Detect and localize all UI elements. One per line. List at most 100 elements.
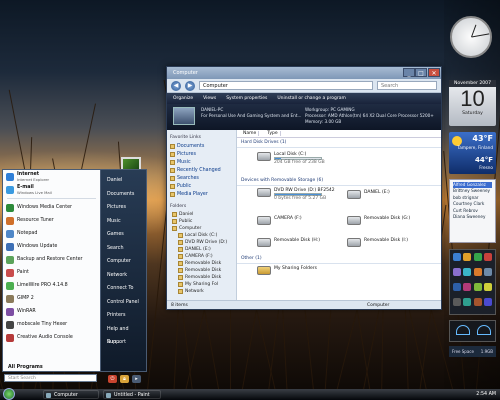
- explorer-window[interactable]: Computer _ □ ✕ ◀ ▶ Computer Search Organ…: [166, 66, 442, 310]
- folder-tree-item[interactable]: DANIEL (E:): [170, 246, 233, 253]
- back-button[interactable]: ◀: [171, 80, 181, 91]
- favorite-link[interactable]: Searches: [170, 174, 233, 182]
- launcher-app-icon[interactable]: [483, 298, 492, 306]
- drive-i[interactable]: Removable Disk (I:): [347, 238, 408, 247]
- contact-item[interactable]: Diana Sweeney: [453, 214, 492, 220]
- disk-space-gadget[interactable]: Free Space 1.9GB: [449, 346, 496, 357]
- name-column-header[interactable]: Name: [241, 131, 260, 136]
- launcher-app-icon[interactable]: [473, 283, 482, 291]
- folder-tree-item[interactable]: Removable Disk: [170, 267, 233, 274]
- recent-program[interactable]: GIMP 2: [3, 292, 100, 305]
- forward-button[interactable]: ▶: [185, 80, 195, 91]
- group-other[interactable]: Other (1): [237, 254, 441, 264]
- drive-h[interactable]: Removable Disk (H:): [257, 238, 320, 247]
- folders-heading[interactable]: Folders: [170, 204, 233, 209]
- favorite-link[interactable]: Media Player: [170, 190, 233, 198]
- contacts-gadget[interactable]: Alfred Gonzalez Brittney Sweeney bob strig…: [449, 179, 496, 243]
- folder-tree-item[interactable]: CAMERA (F:): [170, 253, 233, 260]
- start-place-item[interactable]: Network: [101, 269, 146, 283]
- folder-tree-item[interactable]: Computer: [170, 225, 233, 232]
- folder-tree-item[interactable]: Local Disk (C:): [170, 232, 233, 239]
- recent-program[interactable]: Notepad: [3, 227, 100, 240]
- recent-program[interactable]: Backup and Restore Center: [3, 253, 100, 266]
- calendar-gadget[interactable]: November 2007 10 Saturday: [449, 80, 496, 126]
- start-place-item[interactable]: Printers: [101, 309, 146, 323]
- window-titlebar[interactable]: Computer: [167, 67, 441, 79]
- launcher-app-icon[interactable]: [453, 298, 461, 306]
- start-place-item[interactable]: Games: [101, 228, 146, 242]
- shutdown-options-button[interactable]: ▸: [132, 375, 141, 383]
- taskbar-button-paint[interactable]: Untitled - Paint: [103, 390, 161, 399]
- address-field[interactable]: Computer: [199, 81, 373, 90]
- drive-c[interactable]: Local Disk (C:) 204 GB free of 238 GB: [257, 152, 325, 165]
- start-place-item[interactable]: Documents: [101, 188, 146, 202]
- launcher-app-icon[interactable]: [453, 283, 461, 291]
- launcher-app-icon[interactable]: [483, 283, 492, 291]
- start-place-item[interactable]: Connect To: [101, 282, 146, 296]
- start-place-item[interactable]: Search: [101, 242, 146, 256]
- minimize-button[interactable]: _: [403, 68, 415, 77]
- launcher-app-icon[interactable]: [453, 268, 461, 276]
- folder-tree-item[interactable]: Removable Disk: [170, 274, 233, 281]
- drive-g[interactable]: Removable Disk (G:): [347, 216, 410, 225]
- folder-tree-item[interactable]: My Sharing Fol: [170, 281, 233, 288]
- favorite-link[interactable]: Documents: [170, 142, 233, 150]
- folder-tree-item[interactable]: Public: [170, 218, 233, 225]
- group-hard-disks[interactable]: Hard Disk Drives (1): [237, 138, 441, 148]
- my-sharing-folders[interactable]: My Sharing Folders: [257, 266, 317, 275]
- launcher-app-icon[interactable]: [473, 253, 482, 261]
- search-input[interactable]: Search: [377, 81, 437, 90]
- folder-tree-item[interactable]: Removable Disk: [170, 260, 233, 267]
- taskbar-clock[interactable]: 2:54 AM: [476, 389, 496, 400]
- launcher-app-icon[interactable]: [463, 253, 472, 261]
- uninstall-program-button[interactable]: Uninstall or change a program: [277, 96, 345, 101]
- recent-program[interactable]: Creative Audio Console: [3, 331, 100, 344]
- favorite-link[interactable]: Music: [170, 158, 233, 166]
- start-place-item[interactable]: Music: [101, 215, 146, 229]
- folder-tree-item[interactable]: DVD RW Drive (D:): [170, 239, 233, 246]
- lock-button[interactable]: 🔒︎: [120, 375, 129, 383]
- recent-program[interactable]: WinRAR: [3, 305, 100, 318]
- organize-button[interactable]: Organize: [173, 96, 193, 101]
- drive-e[interactable]: DANIEL (E:): [347, 190, 390, 199]
- start-place-item[interactable]: Daniel: [101, 174, 146, 188]
- favorite-link[interactable]: Recently Changed: [170, 166, 233, 174]
- close-button[interactable]: ✕: [428, 68, 440, 77]
- favorite-link[interactable]: Public: [170, 182, 233, 190]
- group-removable[interactable]: Devices with Removable Storage (6): [237, 176, 441, 186]
- start-place-item[interactable]: Computer: [101, 255, 146, 269]
- folder-tree-item[interactable]: Network: [170, 288, 233, 295]
- recent-program[interactable]: Windows Update: [3, 240, 100, 253]
- pinned-program[interactable]: E-mail Windows Live Mail: [3, 183, 100, 196]
- recent-program[interactable]: LimeWire PRO 4.14.8: [3, 279, 100, 292]
- system-properties-button[interactable]: System properties: [226, 96, 267, 101]
- taskbar-button-computer[interactable]: Computer: [43, 390, 99, 399]
- pinned-program[interactable]: Internet Internet Explorer: [3, 170, 100, 183]
- all-programs-button[interactable]: All Programs: [3, 364, 99, 372]
- power-button[interactable]: ⏻: [108, 375, 117, 383]
- launcher-app-icon[interactable]: [483, 268, 492, 276]
- start-place-item[interactable]: Control Panel: [101, 296, 146, 310]
- folder-tree-item[interactable]: Daniel: [170, 211, 233, 218]
- start-place-item[interactable]: Help and Support: [101, 323, 146, 346]
- start-button[interactable]: [3, 387, 15, 400]
- start-search-input[interactable]: Start Search: [4, 374, 97, 382]
- favorite-link[interactable]: Pictures: [170, 150, 233, 158]
- launcher-app-icon[interactable]: [473, 268, 482, 276]
- launcher-app-icon[interactable]: [463, 298, 472, 306]
- views-button[interactable]: Views: [203, 96, 216, 101]
- launcher-app-icon[interactable]: [473, 298, 482, 306]
- recent-program[interactable]: Windows Media Center: [3, 201, 100, 214]
- recent-program[interactable]: Resource Tuner: [3, 214, 100, 227]
- recent-program[interactable]: mobscale Tiny Hexer: [3, 318, 100, 331]
- drive-dvd[interactable]: DVD RW Drive (D:) BF2542 0 bytes free of…: [257, 188, 335, 201]
- launcher-app-icon[interactable]: [453, 253, 461, 261]
- recent-program[interactable]: Paint: [3, 266, 100, 279]
- type-column-header[interactable]: Type: [265, 131, 281, 136]
- launcher-app-icon[interactable]: [483, 253, 492, 261]
- contact-item[interactable]: Brittney Sweeney: [453, 188, 492, 194]
- clock-gadget[interactable]: [450, 16, 492, 58]
- launcher-app-icon[interactable]: [463, 283, 472, 291]
- maximize-button[interactable]: □: [415, 68, 427, 77]
- drive-f[interactable]: CAMERA (F:): [257, 216, 302, 225]
